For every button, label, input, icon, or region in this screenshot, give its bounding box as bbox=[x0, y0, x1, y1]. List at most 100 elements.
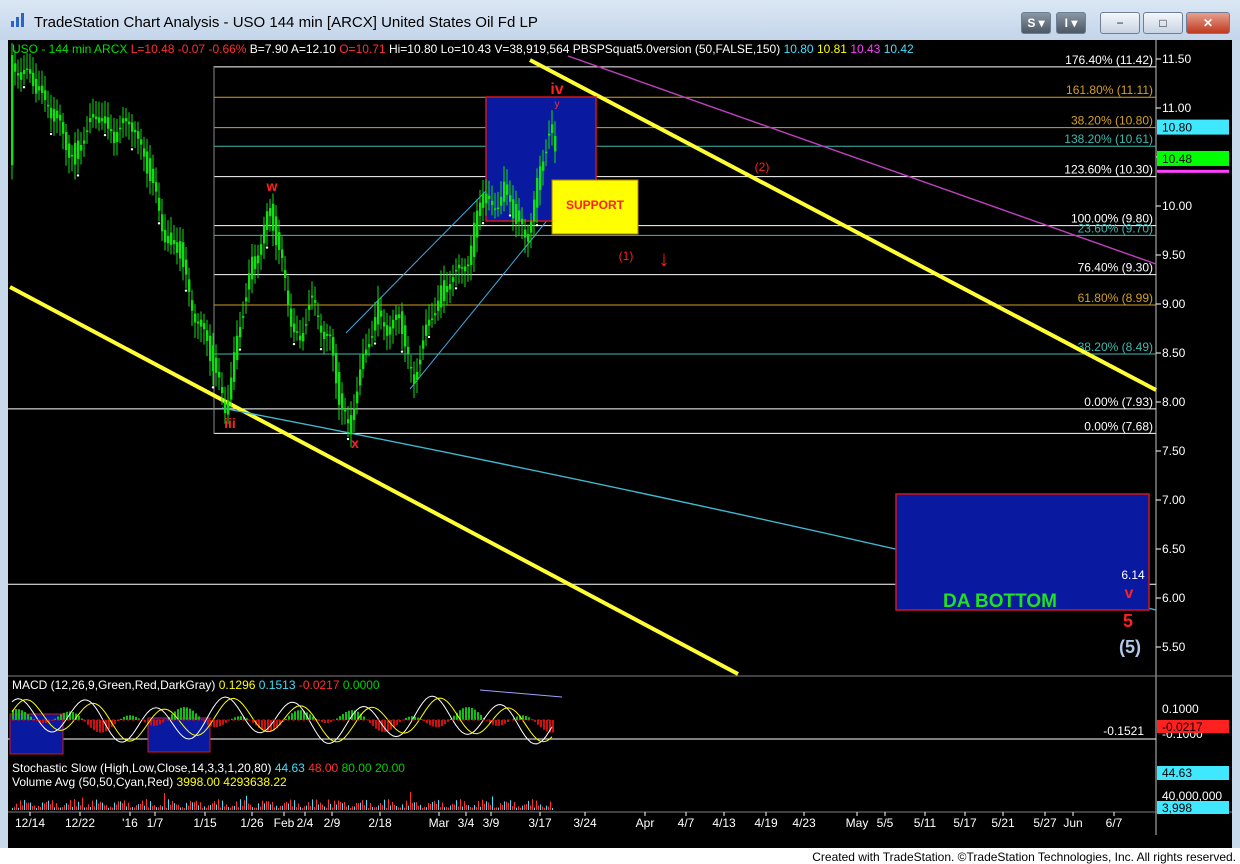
header-readout-13: 10.43 bbox=[847, 42, 881, 56]
volume-bar-201 bbox=[414, 802, 415, 810]
fib-label-9: 38.20% (8.49) bbox=[1078, 340, 1153, 354]
volume-bar-37 bbox=[86, 807, 87, 810]
volume-bar-265 bbox=[542, 806, 543, 810]
volume-bar-45 bbox=[102, 802, 103, 810]
volume-bar-98 bbox=[208, 805, 209, 810]
candle-dot-76 bbox=[238, 348, 242, 351]
candle-body-108 bbox=[335, 353, 338, 384]
volume-bar-233 bbox=[478, 801, 479, 810]
volume-bar-216 bbox=[444, 807, 445, 810]
wave-label-5: 5 bbox=[1123, 611, 1133, 631]
candle-body-102 bbox=[317, 315, 320, 317]
volume-bar-101 bbox=[214, 801, 215, 810]
volume-bar-42 bbox=[96, 799, 97, 810]
candle-body-156 bbox=[479, 202, 482, 216]
volume-bar-78 bbox=[168, 799, 169, 810]
candle-body-164 bbox=[503, 181, 506, 202]
candle-body-144 bbox=[443, 280, 446, 302]
stochastic-header: Stochastic Slow (High,Low,Close,14,3,3,1… bbox=[12, 761, 405, 775]
volume-bar-72 bbox=[156, 807, 157, 810]
candle-body-110 bbox=[341, 393, 344, 410]
candle-body-20 bbox=[71, 154, 74, 157]
close-button[interactable]: ✕ bbox=[1186, 12, 1230, 34]
candle-body-87 bbox=[272, 203, 275, 231]
volume-bar-120 bbox=[252, 807, 253, 810]
candle-body-138 bbox=[425, 324, 428, 336]
candle-body-143 bbox=[440, 285, 443, 308]
price-tick-12: 5.50 bbox=[1162, 640, 1186, 654]
time-tick-21: 5/5 bbox=[877, 816, 894, 830]
volume-readout-1: 4293638.22 bbox=[220, 775, 287, 789]
volume-bar-129 bbox=[270, 804, 271, 810]
candle-body-146 bbox=[449, 284, 452, 290]
volume-bar-175 bbox=[362, 800, 363, 810]
candle-body-14 bbox=[53, 109, 56, 122]
volume-bar-253 bbox=[518, 806, 519, 810]
symbol-link-s-button[interactable]: S ▾ bbox=[1021, 12, 1051, 34]
volume-bar-197 bbox=[406, 800, 407, 810]
volume-bar-256 bbox=[524, 804, 525, 810]
price-tick-11: 6.00 bbox=[1162, 591, 1186, 605]
macd-tick-top: 0.1000 bbox=[1162, 702, 1199, 716]
minimize-button[interactable]: − bbox=[1100, 12, 1140, 34]
price-tick-9: 7.00 bbox=[1162, 493, 1186, 507]
volume-bar-257 bbox=[526, 804, 527, 810]
candle-body-95 bbox=[296, 331, 299, 333]
volume-bar-224 bbox=[460, 799, 461, 810]
volume-bar-14 bbox=[40, 806, 41, 810]
chart-svg[interactable]: 176.40% (11.42) 161.80% (11.11) 38.20% (10… bbox=[8, 40, 1232, 848]
volume-bar-77 bbox=[166, 807, 167, 810]
macd-hist-68 bbox=[216, 720, 218, 728]
volume-bar-213 bbox=[438, 800, 439, 810]
volume-bar-249 bbox=[510, 800, 511, 810]
macd-readout-1: 0.1513 bbox=[255, 678, 295, 692]
volume-bar-173 bbox=[358, 803, 359, 810]
volume-bar-19 bbox=[50, 804, 51, 810]
fib-label-1: 161.80% (11.11) bbox=[1066, 83, 1153, 97]
volume-bar-10 bbox=[32, 806, 33, 810]
volume-bar-89 bbox=[190, 800, 191, 810]
volume-bar-258 bbox=[528, 800, 529, 810]
macd-hist-48 bbox=[156, 720, 158, 726]
volume-bar-266 bbox=[544, 807, 545, 810]
time-tick-23: 5/17 bbox=[953, 816, 977, 830]
candle-body-118 bbox=[365, 349, 368, 356]
macd-hist-41 bbox=[135, 716, 137, 720]
volume-bar-25 bbox=[62, 806, 63, 810]
chart-area[interactable]: 176.40% (11.42) 161.80% (11.11) 38.20% (10… bbox=[8, 40, 1232, 848]
header-readout-4: B=7.90 bbox=[246, 42, 288, 56]
volume-bar-223 bbox=[458, 806, 459, 810]
link-i-button[interactable]: I ▾ bbox=[1056, 12, 1086, 34]
volume-bar-136 bbox=[284, 803, 285, 810]
macd-hist-59 bbox=[189, 708, 191, 720]
volume-bar-259 bbox=[530, 805, 531, 810]
macd-hist-93 bbox=[291, 713, 293, 720]
candle-body-165 bbox=[506, 184, 509, 195]
volume-bar-168 bbox=[348, 805, 349, 810]
volume-bar-38 bbox=[88, 804, 89, 810]
volume-bar-68 bbox=[148, 807, 149, 810]
volume-bar-241 bbox=[494, 807, 495, 810]
volume-bar-221 bbox=[454, 804, 455, 810]
down-arrow-icon: ↓ bbox=[659, 246, 670, 271]
volume-bar-91 bbox=[194, 802, 195, 810]
volume-bar-82 bbox=[176, 804, 177, 810]
price-tag-text-1: 10.48 bbox=[1162, 152, 1192, 166]
candle-body-57 bbox=[182, 242, 185, 267]
candle-body-152 bbox=[467, 264, 470, 267]
candle-body-129 bbox=[398, 314, 401, 319]
candle-body-161 bbox=[494, 208, 497, 210]
macd-readout-2: -0.0217 bbox=[296, 678, 340, 692]
candle-body-32 bbox=[107, 117, 110, 129]
volume-bar-238 bbox=[488, 802, 489, 810]
maximize-button[interactable]: □ bbox=[1143, 12, 1183, 34]
candle-body-91 bbox=[284, 270, 287, 278]
macd-hist-70 bbox=[222, 720, 224, 725]
candle-body-106 bbox=[329, 334, 332, 337]
candle-body-170 bbox=[521, 218, 524, 225]
volume-bar-191 bbox=[394, 804, 395, 810]
lower-yellow-trendline[interactable] bbox=[9, 285, 739, 676]
candle-body-181 bbox=[554, 135, 557, 152]
macd-hist-47 bbox=[153, 720, 155, 726]
candle-body-50 bbox=[161, 214, 164, 232]
